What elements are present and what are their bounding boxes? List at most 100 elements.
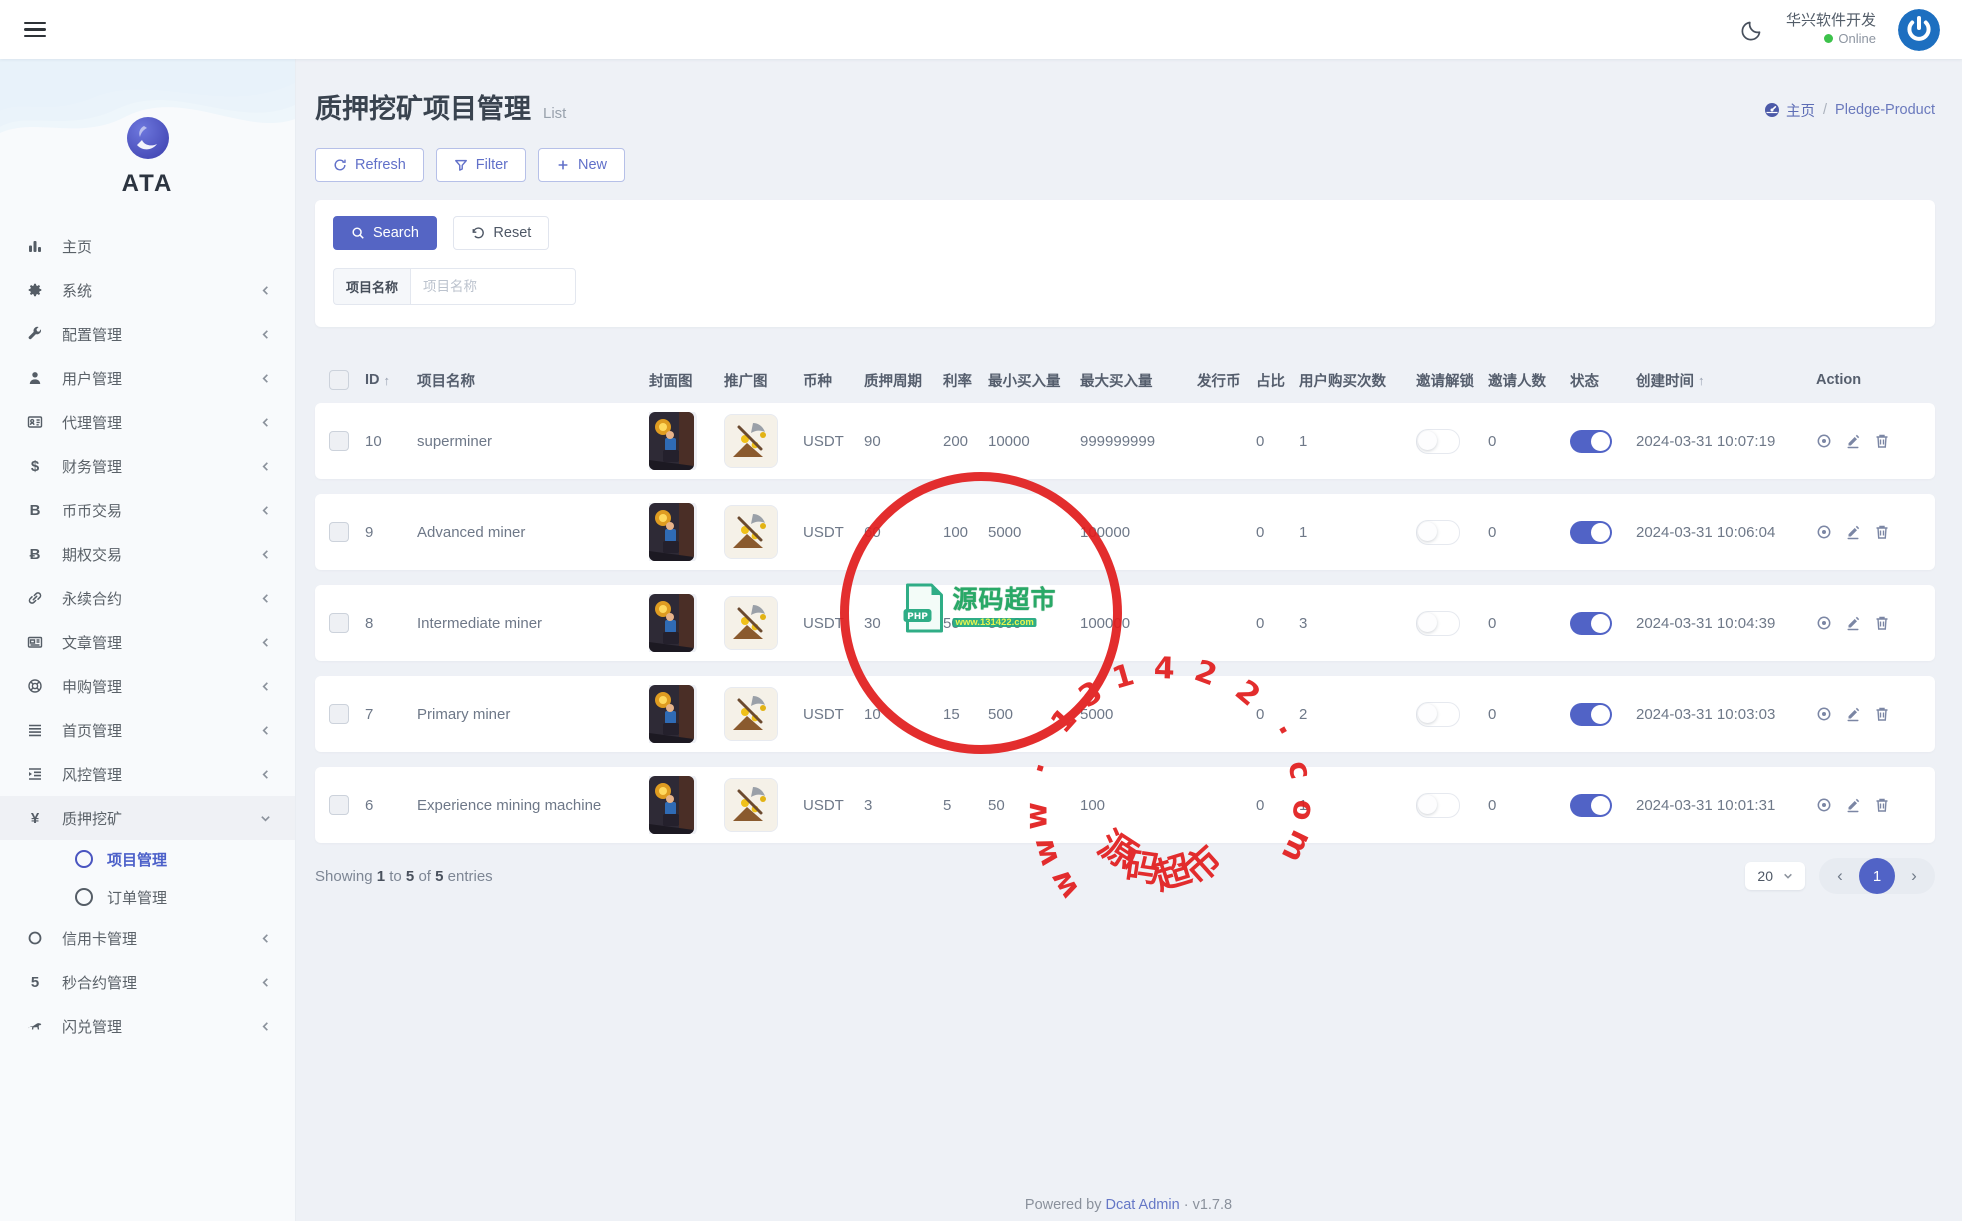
chevron-left-icon bbox=[260, 1021, 271, 1032]
view-button[interactable] bbox=[1816, 524, 1832, 540]
delete-button[interactable] bbox=[1874, 706, 1890, 722]
row-checkbox[interactable] bbox=[329, 613, 349, 633]
toggle-knob bbox=[1591, 432, 1610, 451]
dark-mode-moon-icon[interactable] bbox=[1740, 18, 1764, 42]
cell-value: 0 bbox=[1256, 524, 1264, 541]
hamburger-menu-icon[interactable] bbox=[24, 18, 46, 42]
delete-button[interactable] bbox=[1874, 797, 1890, 813]
sidebar-item-5[interactable]: $财务管理 bbox=[0, 444, 295, 488]
promo-image[interactable] bbox=[724, 414, 778, 468]
row-actions bbox=[1816, 706, 1929, 722]
cell-value: 10000 bbox=[988, 433, 1030, 450]
invite-unlock-toggle[interactable] bbox=[1416, 429, 1460, 454]
promo-image[interactable] bbox=[724, 596, 778, 650]
sidebar-item-4[interactable]: 代理管理 bbox=[0, 400, 295, 444]
sort-asc-icon[interactable]: ↑ bbox=[1698, 373, 1705, 388]
reset-button[interactable]: Reset bbox=[453, 216, 549, 250]
status-toggle[interactable] bbox=[1570, 794, 1612, 817]
toggle-knob bbox=[1591, 614, 1610, 633]
page-size-select[interactable]: 20 bbox=[1745, 862, 1805, 890]
sidebar-item-10[interactable]: 申购管理 bbox=[0, 664, 295, 708]
cover-image[interactable] bbox=[649, 412, 694, 470]
dcat-admin-link[interactable]: Dcat Admin bbox=[1106, 1197, 1180, 1213]
status-toggle[interactable] bbox=[1570, 430, 1612, 453]
project-name-filter-input[interactable] bbox=[410, 268, 576, 305]
sidebar-item-11[interactable]: 首页管理 bbox=[0, 708, 295, 752]
promo-image[interactable] bbox=[724, 778, 778, 832]
invite-unlock-toggle[interactable] bbox=[1416, 520, 1460, 545]
breadcrumb-home-link[interactable]: 主页 bbox=[1764, 100, 1815, 121]
edit-button[interactable] bbox=[1845, 524, 1861, 540]
edit-icon bbox=[1845, 524, 1861, 540]
cell-id: 7 bbox=[365, 706, 417, 723]
cell-min-buy: 5000 bbox=[988, 615, 1080, 632]
table-row: 10superminerUSDT902001000099999999901020… bbox=[315, 403, 1935, 479]
edit-button[interactable] bbox=[1845, 433, 1861, 449]
cover-image[interactable] bbox=[649, 685, 694, 743]
edit-button[interactable] bbox=[1845, 615, 1861, 631]
sidebar-subitem-0[interactable]: 项目管理 bbox=[0, 840, 295, 878]
select-all-checkbox[interactable] bbox=[329, 370, 349, 390]
sidebar-item-13[interactable]: ¥质押挖矿 bbox=[0, 796, 295, 840]
delete-button[interactable] bbox=[1874, 615, 1890, 631]
promo-image[interactable] bbox=[724, 505, 778, 559]
next-page-button[interactable]: › bbox=[1899, 866, 1929, 886]
row-checkbox[interactable] bbox=[329, 795, 349, 815]
cover-image[interactable] bbox=[649, 594, 694, 652]
view-button[interactable] bbox=[1816, 433, 1832, 449]
cell-invite-num: 0 bbox=[1488, 524, 1570, 541]
edit-button[interactable] bbox=[1845, 706, 1861, 722]
brand[interactable]: ATA bbox=[0, 59, 295, 198]
row-checkbox[interactable] bbox=[329, 522, 349, 542]
view-button[interactable] bbox=[1816, 797, 1832, 813]
invite-unlock-toggle[interactable] bbox=[1416, 611, 1460, 636]
chevron-left-icon bbox=[260, 977, 271, 988]
status-toggle[interactable] bbox=[1570, 703, 1612, 726]
row-checkbox[interactable] bbox=[329, 431, 349, 451]
refresh-button[interactable]: Refresh bbox=[315, 148, 424, 182]
sidebar-item-14[interactable]: 信用卡管理 bbox=[0, 916, 295, 960]
sidebar-item-2[interactable]: 配置管理 bbox=[0, 312, 295, 356]
row-checkbox[interactable] bbox=[329, 704, 349, 724]
edit-button[interactable] bbox=[1845, 797, 1861, 813]
cell-period: 60 bbox=[864, 524, 943, 541]
sidebar-item-6[interactable]: B币币交易 bbox=[0, 488, 295, 532]
row-actions bbox=[1816, 433, 1929, 449]
column-header-11: 用户购买次数 bbox=[1299, 370, 1416, 391]
sort-asc-icon[interactable]: ↑ bbox=[384, 373, 391, 388]
sidebar-item-3[interactable]: 用户管理 bbox=[0, 356, 295, 400]
sidebar-item-8[interactable]: 永续合约 bbox=[0, 576, 295, 620]
cover-image[interactable] bbox=[649, 503, 694, 561]
cover-image[interactable] bbox=[649, 776, 694, 834]
cell-value: 10 bbox=[864, 706, 881, 723]
sidebar-item-16[interactable]: 闪兑管理 bbox=[0, 1004, 295, 1048]
sidebar-item-12[interactable]: 风控管理 bbox=[0, 752, 295, 796]
avatar[interactable] bbox=[1898, 9, 1940, 51]
sidebar-item-7[interactable]: Ƀ期权交易 bbox=[0, 532, 295, 576]
column-label: 创建时间 bbox=[1636, 370, 1694, 391]
delete-button[interactable] bbox=[1874, 433, 1890, 449]
sidebar-subitem-1[interactable]: 订单管理 bbox=[0, 878, 295, 916]
sidebar-item-1[interactable]: 系统 bbox=[0, 268, 295, 312]
prev-page-button[interactable]: ‹ bbox=[1825, 866, 1855, 886]
sidebar-item-15[interactable]: 5秒合约管理 bbox=[0, 960, 295, 1004]
search-button[interactable]: Search bbox=[333, 216, 437, 250]
promo-image[interactable] bbox=[724, 687, 778, 741]
sidebar-item-label: 期权交易 bbox=[62, 544, 260, 565]
invite-unlock-toggle[interactable] bbox=[1416, 702, 1460, 727]
view-button[interactable] bbox=[1816, 615, 1832, 631]
status-toggle[interactable] bbox=[1570, 521, 1612, 544]
filter-button[interactable]: Filter bbox=[436, 148, 526, 182]
cell-action bbox=[1816, 615, 1935, 631]
view-button[interactable] bbox=[1816, 706, 1832, 722]
sidebar-item-0[interactable]: 主页 bbox=[0, 224, 295, 268]
page-1-button[interactable]: 1 bbox=[1859, 858, 1895, 894]
sidebar-item-9[interactable]: 文章管理 bbox=[0, 620, 295, 664]
invite-unlock-toggle[interactable] bbox=[1416, 793, 1460, 818]
newspaper-icon bbox=[24, 634, 46, 650]
delete-button[interactable] bbox=[1874, 524, 1890, 540]
cell-value: 5 bbox=[943, 797, 951, 814]
new-button[interactable]: New bbox=[538, 148, 625, 182]
status-toggle[interactable] bbox=[1570, 612, 1612, 635]
user-info[interactable]: 华兴软件开发 Online bbox=[1786, 12, 1876, 47]
